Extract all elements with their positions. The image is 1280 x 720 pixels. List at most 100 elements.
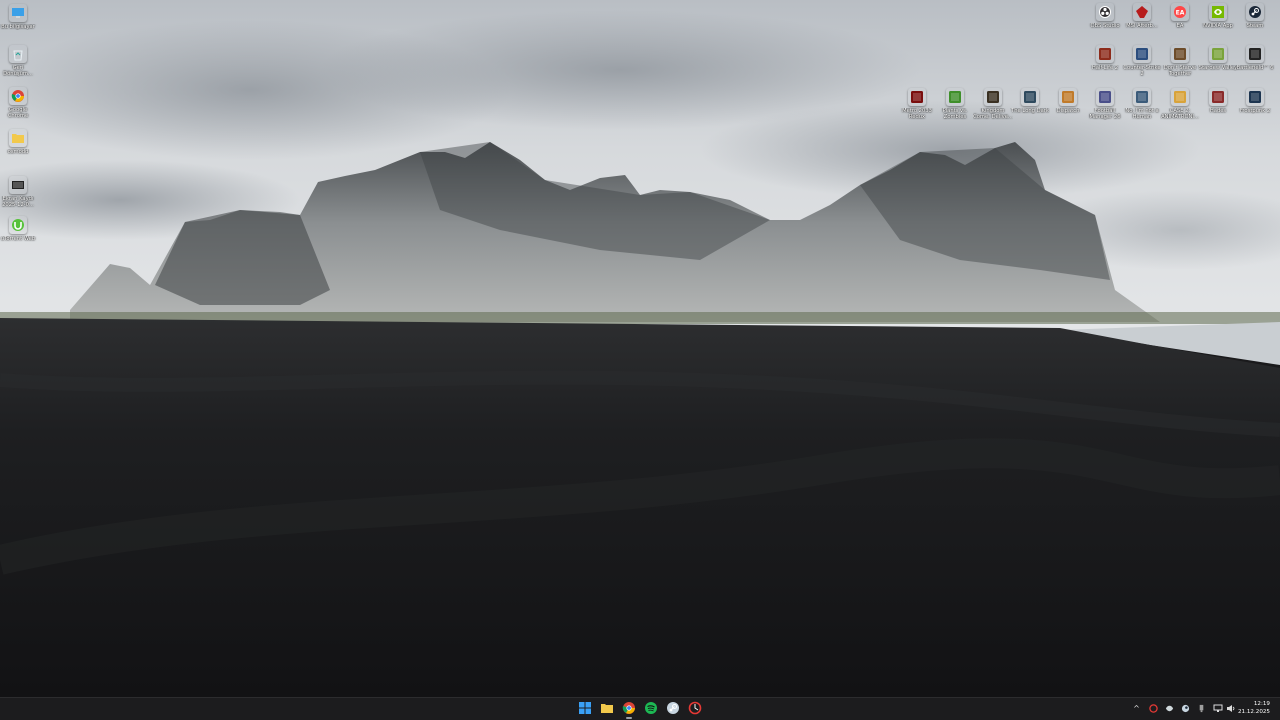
taskbar-steam[interactable] [664,700,682,718]
desktop-icon-label: Half-Life 2 [1091,65,1119,71]
taskbar-start-button[interactable] [576,700,594,718]
game-icon [1096,88,1114,106]
utorrent-icon [9,216,27,234]
game-icon [1209,88,1227,106]
desktop-icon-label: Counter-Strike 2 [1123,65,1161,77]
desktop-icon-label: Plants vs. Zombies [942,108,968,120]
desktop-icon-label: Dispatch [1056,108,1080,114]
tray-overflow-chevron[interactable]: ^ [1131,703,1142,714]
chevron-up-icon: ^ [1133,704,1140,713]
ea-icon: EA [1171,3,1189,21]
desktop-icon-google-chrome[interactable]: Google Chrome [0,87,37,119]
desktop-icon-counter-strike-2[interactable]: Counter-Strike 2 [1123,45,1161,77]
desktop-icon-football-manager-26[interactable]: Football Manager 26 [1086,88,1124,120]
desktop-icon-obs-studio[interactable]: OBS Studio [1086,3,1124,29]
desktop-icon-label: Bu bilgisayar [1,24,35,30]
desktop-icon-steam[interactable]: Steam [1236,3,1274,29]
steam-icon [1246,3,1264,21]
desktop-icon-label: Kingdom Come: Delive... [973,108,1013,120]
desktop-icon-label: CASE 2: ANIMATRONI... [1161,108,1199,120]
game-icon [1246,88,1264,106]
game-icon [1059,88,1077,106]
desktop-icon-plants-vs-zombies[interactable]: Plants vs. Zombies [936,88,974,120]
desktop-icon-label: Football Manager 26 [1089,108,1121,120]
desktop-icon-label: Frostpunk 2 [1239,108,1271,114]
desktop-icon-label: EA [1176,23,1184,29]
desktop-icon-ea[interactable]: EA EA [1161,3,1199,29]
taskbar: ^ 12:19 21.12.2025 [0,697,1280,720]
desktop-icon-stardew-valley[interactable]: Stardew Valley [1199,45,1237,71]
tray-usb-icon[interactable] [1196,703,1207,714]
folder-icon [600,700,614,719]
desktop-icon-half-life-2[interactable]: Half-Life 2 [1086,45,1124,71]
svg-text:EA: EA [1176,10,1185,17]
desktop-icon-label: Geri Dönüşüm... [3,65,33,77]
desktop-icon-label: Steam [1246,23,1264,29]
desktop-icon-battlefield-6[interactable]: Battlefield™ 6 [1236,45,1274,71]
game-icon [1133,88,1151,106]
msi-icon [1133,3,1151,21]
tray-network-icon[interactable] [1212,703,1223,714]
desktop-icon-metro-2033-redux[interactable]: Metro 2033 Redux [898,88,936,120]
game-icon [946,88,964,106]
game-icon [1021,88,1039,106]
desktop-icon-label: Battlefield™ 6 [1236,65,1274,71]
game-icon [1246,45,1264,63]
desktop-icon-nvidia-app[interactable]: NVIDIA App [1199,3,1237,29]
video-file-icon [9,176,27,194]
tray-msi-icon[interactable] [1148,703,1159,714]
desktop-icon-msi-afterb[interactable]: MSI Afterb... [1123,3,1161,29]
desktop-icon-don-t-starve-together[interactable]: Don't Starve Together [1161,45,1199,77]
desktop-icon-label: Stardew Valley [1198,65,1238,71]
desktop-icon-the-long-dark[interactable]: The Long Dark [1011,88,1049,114]
taskbar-spotify[interactable] [642,700,660,718]
game-icon [1096,45,1114,63]
desktop-icon-label: NVIDIA App [1203,23,1233,29]
tray-steam-icon[interactable] [1180,703,1191,714]
windows-icon [578,700,592,719]
desktop-icon-label: uTorrent Web [0,236,36,242]
desktop-icon-label: Metro 2033 Redux [902,108,932,120]
chrome-icon [622,700,636,719]
desktop-icon-no-i-m-not-a-human[interactable]: No, I'm not a Human [1123,88,1161,120]
tray-nvidia-icon[interactable] [1164,703,1175,714]
game-icon [984,88,1002,106]
desktop-icon-label: osmodd [7,149,29,155]
obs-icon [1096,3,1114,21]
taskbar-red-app[interactable] [686,700,704,718]
desktop-icon-label: OBS Studio [1090,23,1120,29]
chrome-icon [9,87,27,105]
taskbar-file-explorer[interactable] [598,700,616,718]
game-icon [908,88,926,106]
clock-time: 12:19 [1253,701,1270,707]
spotify-icon [644,700,658,719]
desktop-icon-label: Hades [1209,108,1227,114]
desktop-icon-geri-d-n-m[interactable]: Geri Dönüşüm... [0,45,37,77]
steam-icon [666,700,680,719]
desktop-icon-bu-bilgisayar[interactable]: Bu bilgisayar [0,4,37,30]
desktop-icon-hades[interactable]: Hades [1199,88,1237,114]
recycle-bin-icon [9,45,27,63]
desktop-icon-kingdom-come-delive[interactable]: Kingdom Come: Delive... [973,88,1013,120]
clock-date: 21.12.2025 [1237,709,1270,715]
desktop-icon-label: No, I'm not a Human [1125,108,1159,120]
game-icon [1133,45,1151,63]
app-icon [688,700,702,719]
desktop-icon-ekran-kayd-2025-12-0[interactable]: Ekran Kaydı 2025-12-0... [0,176,37,208]
nvidia-icon [1209,3,1227,21]
taskbar-chrome[interactable] [620,700,638,719]
desktop-icon-frostpunk-2[interactable]: Frostpunk 2 [1236,88,1274,114]
desktop-icon-utorrent-web[interactable]: uTorrent Web [0,216,37,242]
desktop-icon-label: MSI Afterb... [1126,23,1158,29]
computer-icon [9,4,27,22]
desktop-icon-label: The Long Dark [1011,108,1049,114]
desktop-icon-case-2-animatroni[interactable]: CASE 2: ANIMATRONI... [1161,88,1199,120]
desktop-icon-osmodd[interactable]: osmodd [0,129,37,155]
tray-volume-icon[interactable] [1225,703,1236,714]
desktop-icon-dispatch[interactable]: Dispatch [1049,88,1087,114]
desktop-icon-label: Ekran Kaydı 2025-12-0... [2,196,34,208]
desktop-icon-label: Google Chrome [7,107,29,119]
desktop-icon-label: Don't Starve Together [1163,65,1197,77]
taskbar-clock[interactable]: 12:19 21.12.2025 [1238,700,1270,716]
folder-icon [9,129,27,147]
